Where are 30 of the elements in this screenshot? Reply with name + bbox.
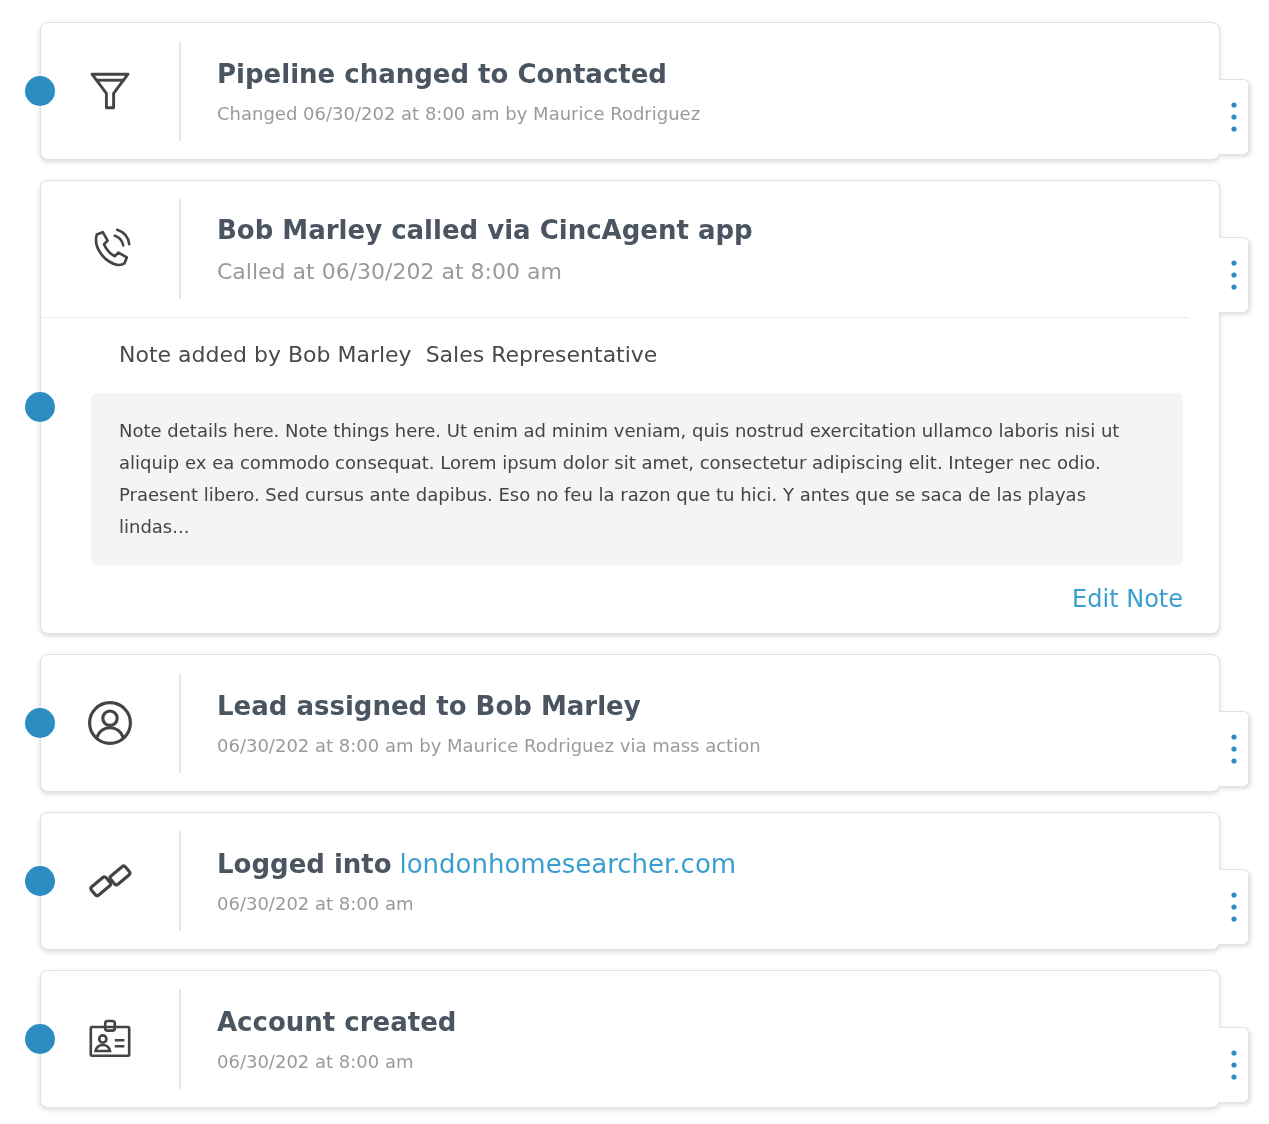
- more-options-button[interactable]: [1219, 79, 1249, 155]
- kebab-icon: [1230, 1050, 1237, 1080]
- event-title: Lead assigned to Bob Marley: [217, 690, 642, 721]
- timeline-dot: [25, 76, 55, 106]
- timeline-dot: [25, 392, 55, 422]
- website-link[interactable]: londonhomesearcher.com: [399, 848, 737, 879]
- event-subtitle: 06/30/202 at 8:00 am by Maurice Rodriguez via mass action: [217, 734, 761, 756]
- more-options-button[interactable]: [1219, 1027, 1249, 1103]
- more-options-button[interactable]: [1219, 237, 1249, 313]
- note-heading: Note added by Bob Marley Sales Representative: [118, 342, 659, 367]
- event-subtitle: 06/30/202 at 8:00 am: [217, 892, 415, 914]
- kebab-icon: [1230, 892, 1237, 922]
- timeline-dot: [25, 866, 55, 896]
- kebab-icon: [1230, 260, 1237, 290]
- kebab-icon: [1230, 734, 1237, 764]
- event-subtitle: 06/30/202 at 8:00 am: [217, 1050, 415, 1072]
- user-icon: [86, 699, 134, 747]
- timeline-dot: [25, 1024, 55, 1054]
- more-options-button[interactable]: [1219, 869, 1249, 945]
- note-body: Note details here. Note things here. Ut enim ad minim veniam, quis nostrud exercitation ullamco laboris nisi ut aliquip ex ea commodo consequat. Lorem ipsum dolor sit amet, consectetur adipiscing elit. Integer nec odio. Praesent libero. Sed cursus ante dapibus. Eso no feu la razon que tu hici. Y antes que se saca de las playas lindas...: [91, 393, 1183, 565]
- edit-note-link[interactable]: Edit Note: [1072, 585, 1183, 613]
- event-subtitle: Called at 06/30/202 at 8:00 am: [217, 258, 563, 284]
- event-title: Pipeline changed to Contacted: [217, 58, 668, 89]
- more-options-button[interactable]: [1219, 711, 1249, 787]
- event-title: Account created: [217, 1006, 457, 1037]
- event-title: Bob Marley called via CincAgent app: [217, 214, 753, 245]
- kebab-icon: [1230, 102, 1237, 132]
- timeline-dot: [25, 708, 55, 738]
- event-subtitle: Changed 06/30/202 at 8:00 am by Maurice Rodriguez: [217, 102, 701, 124]
- event-title: Logged into londonhomesearcher.com: [217, 848, 737, 879]
